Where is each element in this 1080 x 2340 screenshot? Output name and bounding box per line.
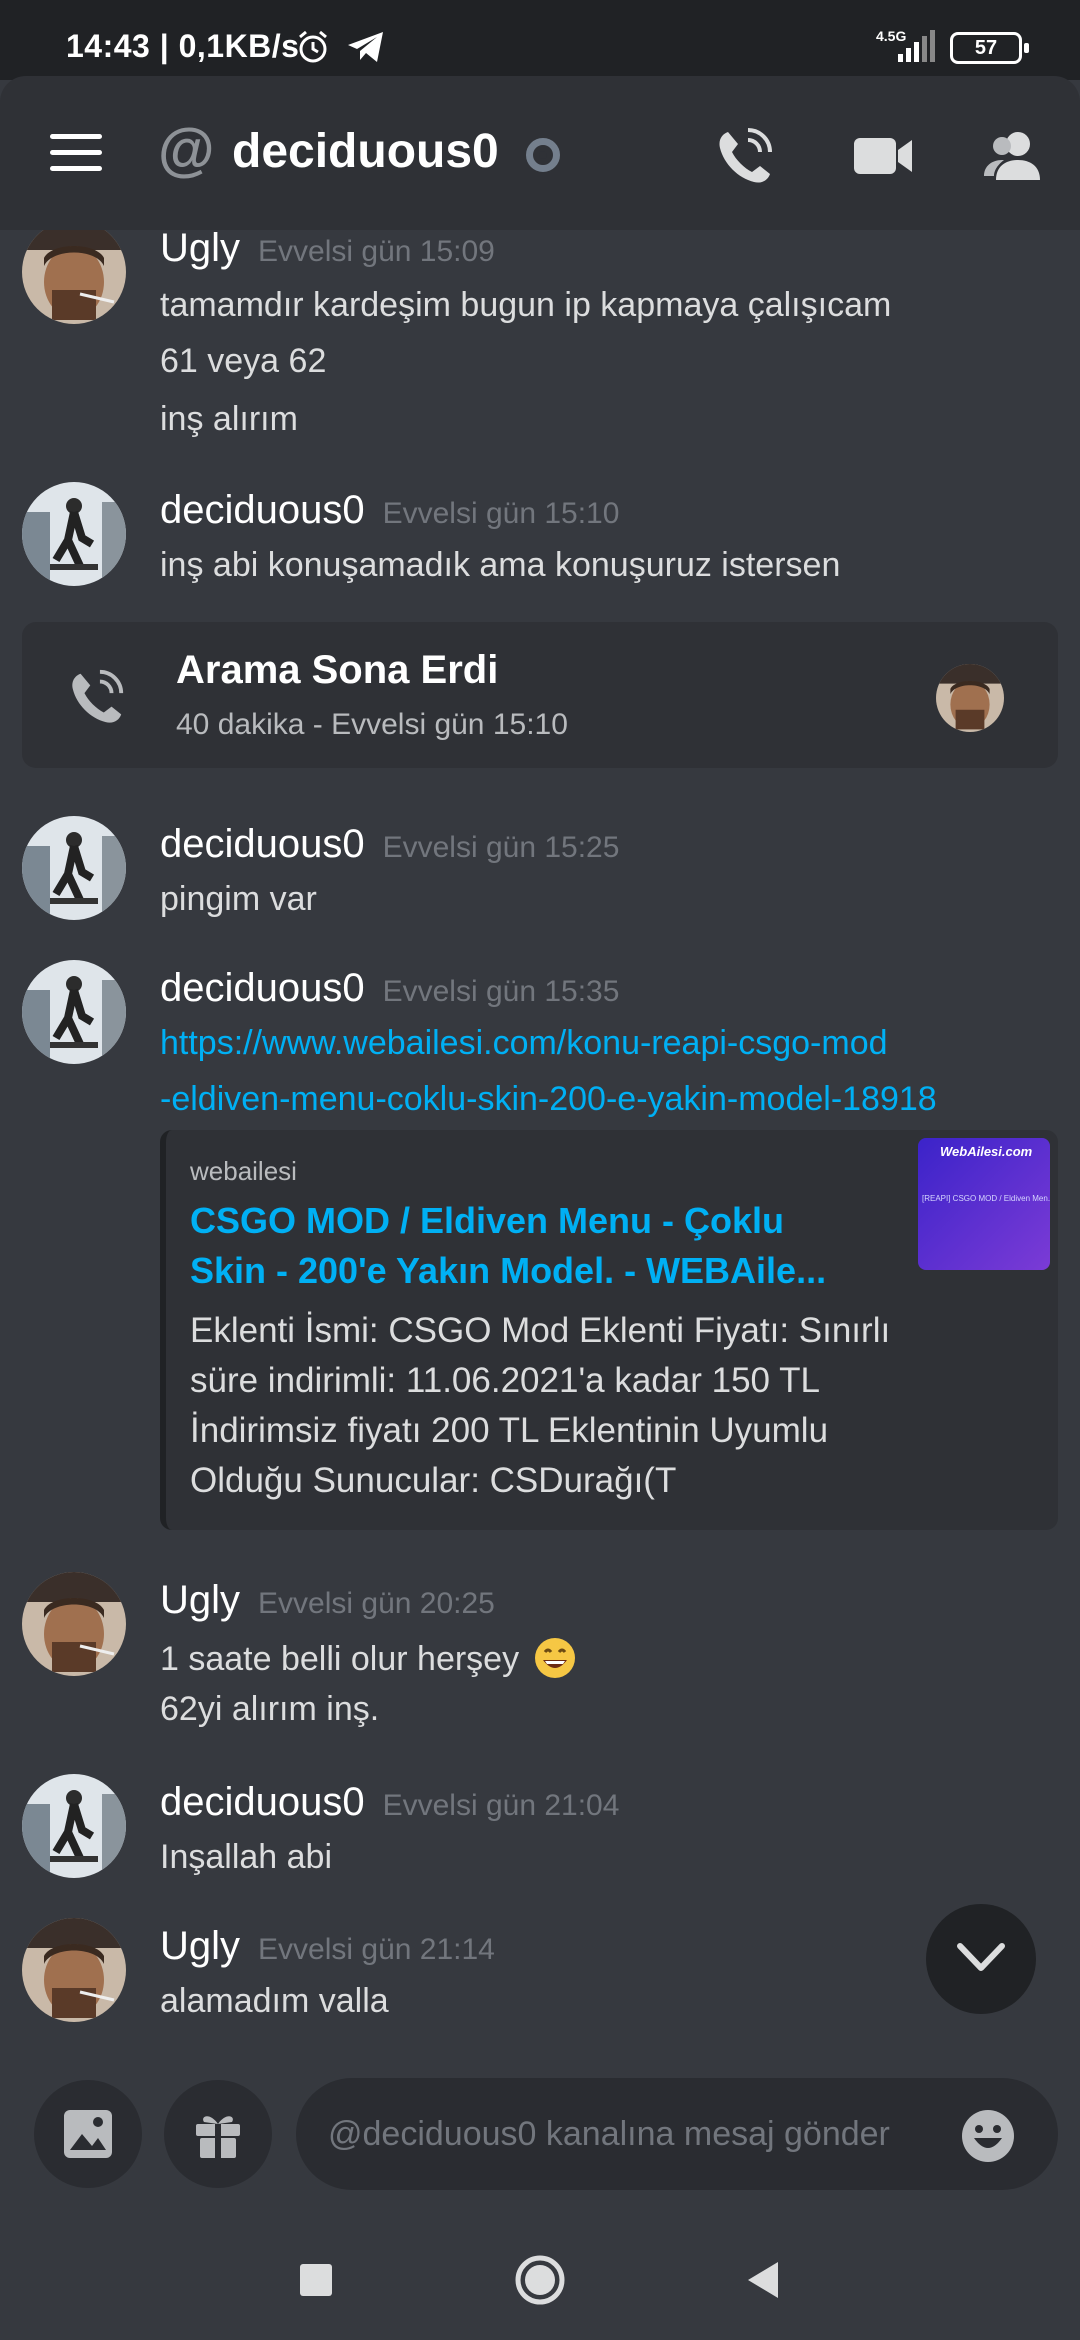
status-time: 14:43 | 0,1KB/s (66, 28, 300, 64)
system-navigation-bar (0, 2210, 1080, 2340)
avatar[interactable] (22, 816, 126, 920)
message-author[interactable]: deciduous0 Evvelsi gün 21:04 (160, 1780, 619, 1825)
members-icon[interactable] (982, 126, 1046, 186)
channel-title: deciduous0 (232, 125, 499, 178)
link-embed[interactable]: webailesi CSGO MOD / Eldiven Menu - Çokl… (160, 1130, 1058, 1530)
attach-image-button[interactable] (34, 2080, 142, 2188)
battery-indicator: 57 (950, 32, 1029, 64)
emoji-picker-icon[interactable] (960, 2108, 1016, 2164)
avatar[interactable] (22, 1572, 126, 1676)
grinning-emoji-icon (534, 1638, 575, 1678)
call-icon[interactable] (714, 126, 778, 186)
avatar[interactable] (22, 230, 126, 324)
message-text: pingim var (160, 880, 317, 918)
message-author[interactable]: Ugly Evvelsi gün 20:25 (160, 1578, 495, 1623)
message-timestamp: Evvelsi gün 15:10 (382, 497, 620, 530)
embed-description: Eklenti İsmi: CSGO Mod Eklenti Fiyatı: S… (190, 1311, 891, 1500)
message-timestamp: Evvelsi gün 15:35 (382, 975, 620, 1008)
call-ended-card: Arama Sona Erdi 40 dakika - Evvelsi gün … (22, 622, 1058, 768)
status-bar: 14:43 | 0,1KB/s 4.5G 57 (0, 0, 1080, 80)
image-icon (64, 2110, 112, 2158)
embed-provider: webailesi (190, 1156, 297, 1186)
thumbnail-caption: [REAPI] CSGO MOD / Eldiven Men... (922, 1194, 1050, 1203)
embed-title[interactable]: CSGO MOD / Eldiven Menu - Çoklu Skin - 2… (190, 1196, 850, 1296)
message-timestamp: Evvelsi gün 15:09 (258, 235, 495, 268)
message-text: Inşallah abi (160, 1838, 333, 1876)
home-icon[interactable] (510, 2250, 570, 2310)
message-author[interactable]: deciduous0 Evvelsi gün 15:10 (160, 488, 619, 533)
thumbnail-logo: WebAilesi.com (940, 1144, 1033, 1159)
jump-to-latest-button[interactable] (926, 1904, 1036, 2014)
alarm-icon (299, 30, 327, 63)
message-input[interactable] (328, 2078, 938, 2190)
avatar[interactable] (22, 1918, 126, 2022)
message-text: tamamdır kardeşim bugun ip kapmaya çalış… (160, 286, 892, 324)
chevron-down-icon (957, 1943, 1005, 1971)
message-timestamp: Evvelsi gün 21:14 (258, 1933, 495, 1966)
avatar[interactable] (22, 960, 126, 1064)
message-link[interactable]: https://www.webailesi.com/konu-reapi-csg… (160, 1024, 888, 1063)
gift-button[interactable] (164, 2080, 272, 2188)
message-timestamp: Evvelsi gün 21:04 (382, 1789, 620, 1822)
offline-status-icon (526, 138, 560, 172)
message-text: 62yi alırım inş. (160, 1690, 380, 1728)
message-text: 1 saate belli olur herşey (160, 1636, 577, 1680)
telegram-icon (348, 32, 383, 62)
message-timestamp: Evvelsi gün 15:25 (382, 831, 620, 864)
message-list[interactable]: Ugly Evvelsi gün 15:09 tamamdır kardeşim … (0, 230, 1080, 2060)
call-subtitle: 40 dakika - Evvelsi gün 15:10 (176, 708, 568, 741)
message-author[interactable]: deciduous0 Evvelsi gün 15:25 (160, 822, 619, 867)
message-author[interactable]: Ugly Evvelsi gün 15:09 (160, 230, 495, 271)
message-timestamp: Evvelsi gün 20:25 (258, 1587, 495, 1620)
recents-icon[interactable] (286, 2250, 346, 2310)
back-icon[interactable] (734, 2250, 794, 2310)
channel-header: @ deciduous0 (0, 76, 1080, 230)
message-text: 61 veya 62 (160, 342, 327, 380)
avatar[interactable] (22, 482, 126, 586)
message-composer (0, 2060, 1080, 2210)
call-participant-avatar (936, 664, 1004, 732)
signal-icon (898, 30, 935, 62)
message-text: alamadım valla (160, 1982, 389, 2020)
message-text: inş abi konuşamadık ama konuşuruz isters… (160, 546, 841, 584)
gift-icon (196, 2116, 240, 2158)
message-input-wrapper (296, 2078, 1058, 2190)
message-text: inş alırım (160, 400, 298, 438)
call-title: Arama Sona Erdi (176, 648, 499, 692)
call-ended-icon (72, 669, 124, 723)
menu-icon[interactable] (50, 134, 102, 174)
at-icon: @ (158, 117, 215, 182)
message-link[interactable]: -eldiven-menu-coklu-skin-200-e-yakin-mod… (160, 1080, 937, 1119)
message-author[interactable]: Ugly Evvelsi gün 21:14 (160, 1924, 495, 1969)
avatar[interactable] (22, 1774, 126, 1878)
message-author[interactable]: deciduous0 Evvelsi gün 15:35 (160, 966, 619, 1011)
video-icon[interactable] (852, 126, 916, 186)
embed-thumbnail[interactable]: WebAilesi.com [REAPI] CSGO MOD / Eldiven… (918, 1138, 1050, 1270)
